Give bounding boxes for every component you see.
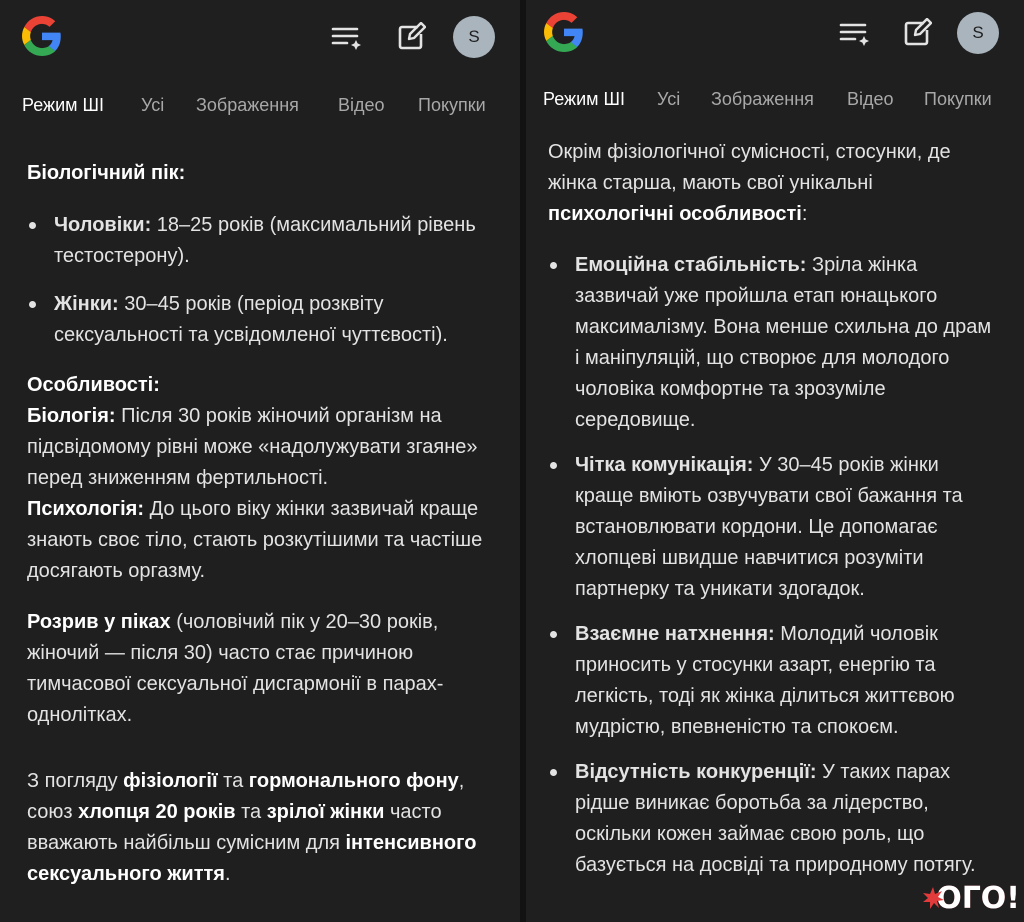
edit-note-icon[interactable]: [900, 16, 934, 50]
tab-shopping[interactable]: Покупки: [418, 95, 486, 116]
ai-answer-content: Окрім фізіологічної сумісності, стосунки…: [548, 137, 998, 881]
features-heading: Особливості:: [27, 374, 160, 396]
notes-sparkle-icon[interactable]: [838, 17, 872, 51]
google-logo-icon[interactable]: [544, 12, 584, 52]
list-item: Емоційна стабільність: Зріла жінка зазви…: [548, 250, 998, 436]
tab-all[interactable]: Усі: [657, 89, 680, 110]
psych-features-list: Емоційна стабільність: Зріла жінка зазви…: [548, 250, 998, 881]
ai-answer-content: Біологічний пік: Чоловіки: 18–25 років (…: [27, 158, 497, 890]
conclusion-paragraph: З погляду фізіології та гормонального фо…: [27, 770, 477, 885]
search-tabs: Режим ШІ Усі Зображення Відео Покупки: [0, 95, 520, 125]
tab-videos[interactable]: Відео: [338, 95, 385, 116]
left-phone-screen: S Режим ШІ Усі Зображення Відео Покупки …: [0, 0, 520, 922]
bio-peak-heading: Біологічний пік:: [27, 162, 186, 184]
watermark-logo: ОГО!: [923, 881, 1020, 916]
tab-shopping[interactable]: Покупки: [924, 89, 992, 110]
list-item: Чоловіки: 18–25 років (максимальний ріве…: [27, 210, 497, 272]
edit-note-icon[interactable]: [394, 20, 428, 54]
notes-sparkle-icon[interactable]: [330, 21, 364, 55]
right-phone-screen: S Режим ШІ Усі Зображення Відео Покупки …: [526, 0, 1024, 922]
tab-all[interactable]: Усі: [141, 95, 164, 116]
intro-paragraph: Окрім фізіологічної сумісності, стосунки…: [548, 141, 951, 225]
psychology-paragraph: Психологія: До цього віку жінки зазвичай…: [27, 498, 483, 582]
google-logo-icon[interactable]: [22, 16, 62, 56]
peak-gap-paragraph: Розрив у піках (чоловічий пік у 20–30 ро…: [27, 611, 444, 726]
burst-icon: [923, 887, 945, 909]
bio-peak-list: Чоловіки: 18–25 років (максимальний ріве…: [27, 210, 497, 351]
list-item: Відсутність конкуренції: У таких парах р…: [548, 757, 998, 881]
tab-ai-mode[interactable]: Режим ШІ: [543, 89, 625, 110]
biology-paragraph: Біологія: Після 30 років жіночий організ…: [27, 405, 478, 489]
tab-ai-mode[interactable]: Режим ШІ: [22, 95, 104, 116]
search-tabs: Режим ШІ Усі Зображення Відео Покупки: [526, 89, 1024, 119]
list-item: Чітка комунікація: У 30–45 років жінки к…: [548, 450, 998, 605]
tab-images[interactable]: Зображення: [196, 95, 299, 116]
tab-images[interactable]: Зображення: [711, 89, 814, 110]
avatar[interactable]: S: [957, 12, 999, 54]
list-item: Взаємне натхнення: Молодий чоловік прино…: [548, 619, 998, 743]
tab-videos[interactable]: Відео: [847, 89, 894, 110]
avatar[interactable]: S: [453, 16, 495, 58]
list-item: Жінки: 30–45 років (період розквіту секс…: [27, 289, 497, 351]
